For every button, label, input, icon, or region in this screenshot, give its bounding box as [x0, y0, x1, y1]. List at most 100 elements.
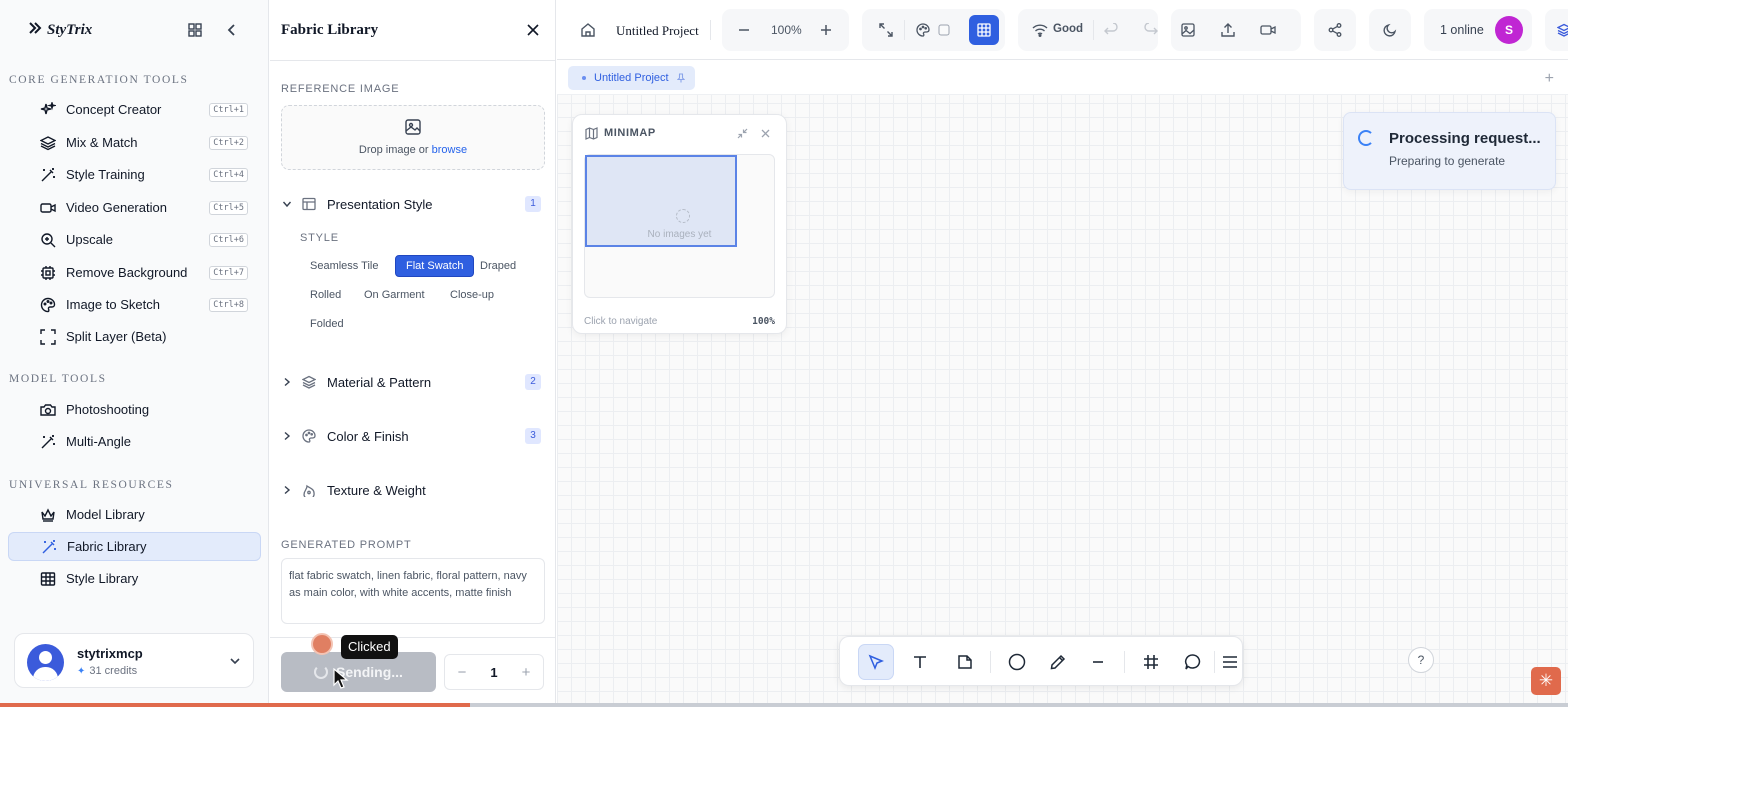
add-tab-icon[interactable]: +	[1545, 70, 1554, 88]
chip-flat-swatch[interactable]: Flat Swatch	[395, 255, 475, 277]
zoom-out-icon[interactable]	[735, 21, 753, 39]
help-icon[interactable]: ?	[1408, 647, 1434, 673]
minimap-viewport-area[interactable]: No images yet	[584, 154, 775, 298]
sidebar-item-fabric-library[interactable]: Fabric Library	[8, 532, 261, 561]
divider	[1093, 20, 1094, 40]
sidebar-item-video-generation[interactable]: Video Generation Ctrl+5	[8, 193, 261, 222]
image-icon[interactable]	[1179, 21, 1197, 39]
menu-icon[interactable]	[1218, 644, 1242, 680]
moon-icon[interactable]	[1381, 21, 1399, 39]
home-icon[interactable]	[579, 21, 597, 39]
circle-tool-icon[interactable]	[999, 644, 1035, 680]
tab-untitled-project[interactable]: Untitled Project	[568, 66, 695, 90]
minimap-title: MINIMAP	[604, 127, 656, 139]
palette-icon[interactable]	[914, 21, 932, 39]
style-label: STYLE	[300, 232, 339, 244]
undo-icon[interactable]	[1102, 21, 1120, 39]
sidebar-item-remove-background[interactable]: Remove Background Ctrl+7	[8, 258, 261, 287]
sidebar-item-label: Model Library	[66, 507, 145, 522]
sidebar-item-multi-angle[interactable]: Multi-Angle	[8, 427, 261, 456]
fit-screen-icon[interactable]	[877, 21, 895, 39]
sidebar-item-concept-creator[interactable]: Concept Creator Ctrl+1	[8, 95, 261, 124]
accordion-presentation-style[interactable]: Presentation Style 1	[281, 191, 545, 217]
grid-icon	[977, 23, 991, 37]
app-logo[interactable]: StyTrix	[28, 21, 92, 40]
color-swatch-icon[interactable]	[935, 21, 953, 39]
quantity-value: 1	[490, 664, 498, 680]
collapse-sidebar-icon[interactable]	[223, 21, 241, 39]
text-tool-icon[interactable]	[902, 644, 938, 680]
chevron-right-icon	[281, 377, 293, 387]
section-title-core: CORE GENERATION TOOLS	[9, 74, 189, 86]
chip-on-garment[interactable]: On Garment	[354, 284, 435, 306]
fabric-library-panel: Fabric Library REFERENCE IMAGE Drop imag…	[270, 0, 556, 707]
online-user-avatar[interactable]: S	[1495, 16, 1523, 44]
zoom-level[interactable]: 100%	[771, 23, 802, 37]
sidebar-item-style-training[interactable]: Style Training Ctrl+4	[8, 160, 261, 189]
reference-image-dropzone[interactable]: Drop image or browse	[281, 105, 545, 170]
browse-link[interactable]: browse	[432, 144, 467, 156]
magic-wand-icon	[40, 538, 58, 556]
pin-icon[interactable]	[676, 73, 685, 83]
sidebar-item-split-layer[interactable]: Split Layer (Beta)	[8, 322, 261, 351]
chip-seamless-tile[interactable]: Seamless Tile	[300, 255, 388, 277]
quantity-stepper[interactable]: − 1 +	[444, 654, 544, 690]
minus-icon[interactable]: −	[455, 664, 469, 681]
sidebar-item-model-library[interactable]: Model Library	[8, 500, 261, 529]
credits-sparkle-icon: ✦	[77, 665, 86, 677]
accordion-material-pattern[interactable]: Material & Pattern 2	[281, 369, 545, 395]
frame-tool-icon[interactable]	[1133, 644, 1169, 680]
sidebar-item-image-to-sketch[interactable]: Image to Sketch Ctrl+8	[8, 290, 261, 319]
accordion-texture-weight[interactable]: Texture & Weight	[281, 477, 545, 503]
chip-rolled[interactable]: Rolled	[300, 284, 351, 306]
frame-icon	[39, 328, 57, 346]
project-name[interactable]: Untitled Project	[616, 23, 699, 39]
plus-icon[interactable]: +	[519, 664, 533, 681]
user-card[interactable]: stytrixmcp ✦ 31 credits	[14, 633, 254, 688]
comment-icon[interactable]	[1175, 644, 1211, 680]
grid-toggle-button[interactable]	[969, 15, 999, 45]
generated-prompt-text[interactable]: flat fabric swatch, linen fabric, floral…	[281, 558, 545, 624]
palette-icon	[301, 428, 317, 444]
chevron-right-icon	[281, 485, 293, 495]
upload-icon[interactable]	[1219, 21, 1237, 39]
zoom-in-icon[interactable]	[817, 21, 835, 39]
layout-grid-icon[interactable]	[186, 21, 204, 39]
layers-icon[interactable]	[1555, 21, 1568, 39]
redo-icon[interactable]	[1142, 21, 1160, 39]
close-icon[interactable]	[758, 126, 772, 140]
accordion-color-finish[interactable]: Color & Finish 3	[281, 423, 545, 449]
line-tool-icon[interactable]	[1080, 644, 1116, 680]
share-icon[interactable]	[1326, 21, 1344, 39]
sidebar-item-label: Split Layer (Beta)	[66, 329, 167, 344]
sidebar-item-mix-match[interactable]: Mix & Match Ctrl+2	[8, 128, 261, 157]
assistant-icon[interactable]: ✳	[1531, 667, 1561, 695]
chip-folded[interactable]: Folded	[300, 313, 354, 335]
video-icon[interactable]	[1259, 21, 1277, 39]
chip-draped[interactable]: Draped	[470, 255, 526, 277]
minimap-panel[interactable]: MINIMAP No images yet Click to navigate …	[572, 114, 787, 334]
sparkles-icon	[39, 101, 57, 119]
spinner-icon	[314, 665, 329, 679]
minimize-icon[interactable]	[735, 126, 749, 140]
divider	[1124, 651, 1125, 673]
minimap-footer: Click to navigate	[584, 316, 658, 327]
sidebar-item-label: Video Generation	[66, 200, 167, 215]
sidebar-item-photoshooting[interactable]: Photoshooting	[8, 395, 261, 424]
accordion-label: Material & Pattern	[327, 374, 432, 390]
sidebar-item-label: Fabric Library	[67, 539, 147, 554]
select-tool-icon[interactable]	[858, 644, 894, 680]
tab-dot-icon	[582, 76, 586, 80]
user-name: stytrixmcp	[77, 646, 143, 661]
chevron-down-icon[interactable]	[229, 654, 241, 672]
sidebar-item-upscale[interactable]: Upscale Ctrl+6	[8, 225, 261, 254]
sticky-note-icon[interactable]	[947, 644, 983, 680]
table-icon	[39, 570, 57, 588]
pencil-icon[interactable]	[1040, 644, 1076, 680]
chip-close-up[interactable]: Close-up	[440, 284, 504, 306]
connection-status: Good	[1053, 23, 1084, 35]
sidebar-item-label: Multi-Angle	[66, 434, 132, 449]
sidebar-item-style-library[interactable]: Style Library	[8, 564, 261, 593]
close-icon[interactable]	[524, 21, 542, 39]
canvas-area[interactable]: Untitled Project + MINIMAP No images yet	[557, 61, 1568, 707]
